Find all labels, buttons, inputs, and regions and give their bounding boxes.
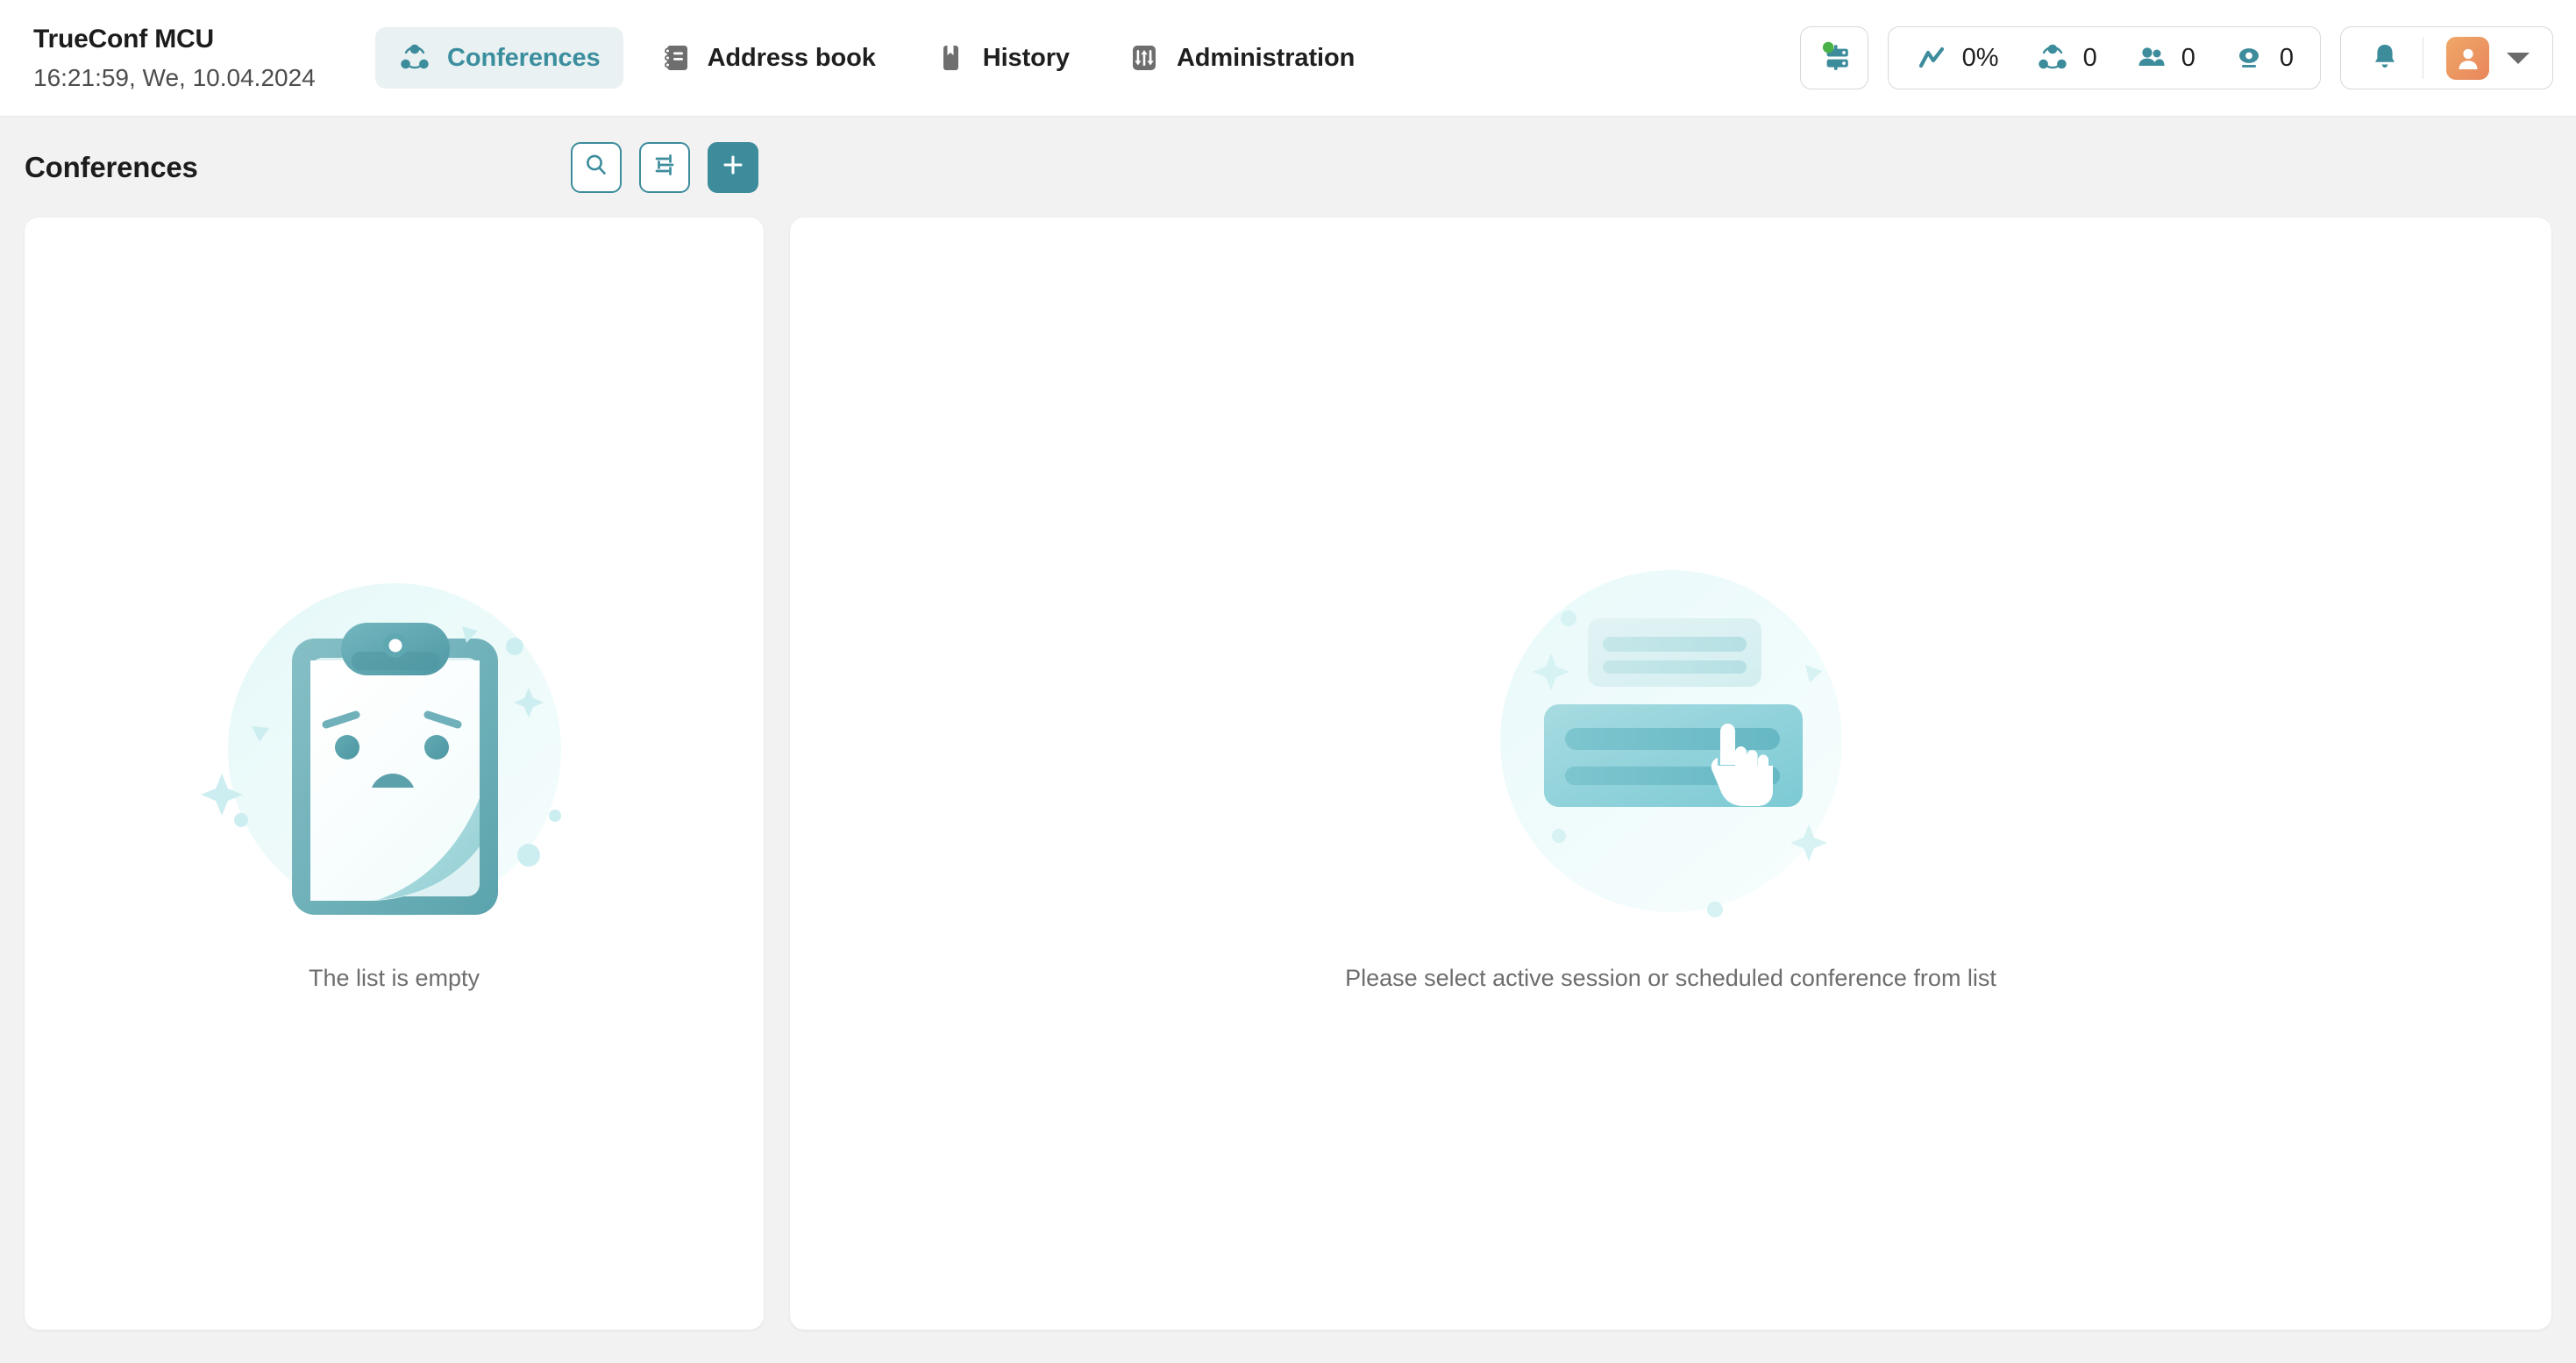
notifications-button[interactable] bbox=[2346, 37, 2423, 79]
user-controls-panel bbox=[2340, 26, 2553, 89]
select-list-item-illustration bbox=[1499, 569, 1842, 917]
stat-endpoints: 0 bbox=[2232, 41, 2294, 75]
page-title: Conferences bbox=[25, 150, 198, 183]
conference-network-icon bbox=[2036, 41, 2069, 75]
brand-block: TrueConf MCU 16:21:59, We, 10.04.2024 bbox=[33, 23, 375, 93]
detail-empty-state: Please select active session or schedule… bbox=[1345, 535, 1996, 992]
stat-participants: 0 bbox=[2134, 41, 2195, 75]
webcam-icon bbox=[2232, 41, 2266, 75]
nav-tab-administration[interactable]: Administration bbox=[1105, 27, 1377, 89]
trend-line-icon bbox=[1915, 41, 1948, 75]
header-right-cluster: 0% 0 0 0 bbox=[1799, 26, 2553, 89]
sad-clipboard-illustration bbox=[200, 582, 561, 917]
app-header: TrueConf MCU 16:21:59, We, 10.04.2024 Co… bbox=[0, 0, 2576, 117]
server-stats-panel: 0% 0 0 0 bbox=[1887, 26, 2321, 89]
nav-tab-label: Address book bbox=[707, 43, 876, 72]
nav-tab-label: History bbox=[982, 43, 1070, 72]
users-icon bbox=[2134, 41, 2167, 75]
stat-value: 0 bbox=[2181, 43, 2195, 72]
detail-empty-message: Please select active session or schedule… bbox=[1345, 964, 1996, 991]
conference-list-empty-state: The list is empty bbox=[189, 535, 601, 992]
sliders-icon bbox=[651, 151, 679, 183]
server-status-button[interactable] bbox=[1799, 26, 1868, 89]
server-rack-icon bbox=[1816, 38, 1853, 79]
bell-icon bbox=[2368, 39, 2402, 77]
toolbar-buttons bbox=[571, 141, 758, 193]
avatar bbox=[2446, 36, 2489, 80]
filter-button[interactable] bbox=[639, 141, 690, 193]
conference-detail-card: Please select active session or schedule… bbox=[790, 218, 2551, 1330]
server-clock: 16:21:59, We, 10.04.2024 bbox=[33, 63, 316, 91]
address-book-icon bbox=[658, 41, 692, 75]
conference-network-icon bbox=[398, 41, 431, 75]
sliders-icon bbox=[1128, 41, 1161, 75]
search-icon bbox=[582, 151, 610, 183]
create-conference-button[interactable] bbox=[708, 141, 758, 193]
stat-value: 0 bbox=[2279, 43, 2294, 72]
search-button[interactable] bbox=[571, 141, 622, 193]
nav-tab-conferences[interactable]: Conferences bbox=[375, 27, 623, 89]
user-menu-button[interactable] bbox=[2423, 36, 2547, 80]
plus-icon bbox=[719, 151, 747, 183]
nav-tab-address-book[interactable]: Address book bbox=[636, 27, 899, 89]
nav-tab-label: Conferences bbox=[447, 43, 601, 72]
caret-down-icon bbox=[2507, 52, 2530, 64]
conferences-column: Conferences The list is empty bbox=[25, 117, 764, 1363]
main-navigation: Conferences Address book History Adminis… bbox=[375, 27, 1800, 89]
stat-active-conferences: 0 bbox=[2036, 41, 2097, 75]
page-body: Conferences The list is empty Please sel… bbox=[0, 117, 2576, 1363]
bookmark-icon bbox=[934, 41, 967, 75]
conferences-toolbar: Conferences bbox=[25, 117, 764, 218]
conference-list-card: The list is empty bbox=[25, 218, 764, 1330]
stat-value: 0 bbox=[2082, 43, 2097, 72]
app-title: TrueConf MCU bbox=[33, 25, 214, 54]
stat-cpu-load: 0% bbox=[1915, 41, 1999, 75]
nav-tab-label: Administration bbox=[1176, 43, 1356, 72]
nav-tab-history[interactable]: History bbox=[911, 27, 1092, 89]
stat-value: 0% bbox=[1961, 43, 1999, 72]
panels-row: Conferences The list is empty Please sel… bbox=[25, 117, 2551, 1363]
detail-column: Please select active session or schedule… bbox=[790, 117, 2551, 1363]
empty-state-message: The list is empty bbox=[308, 964, 480, 991]
